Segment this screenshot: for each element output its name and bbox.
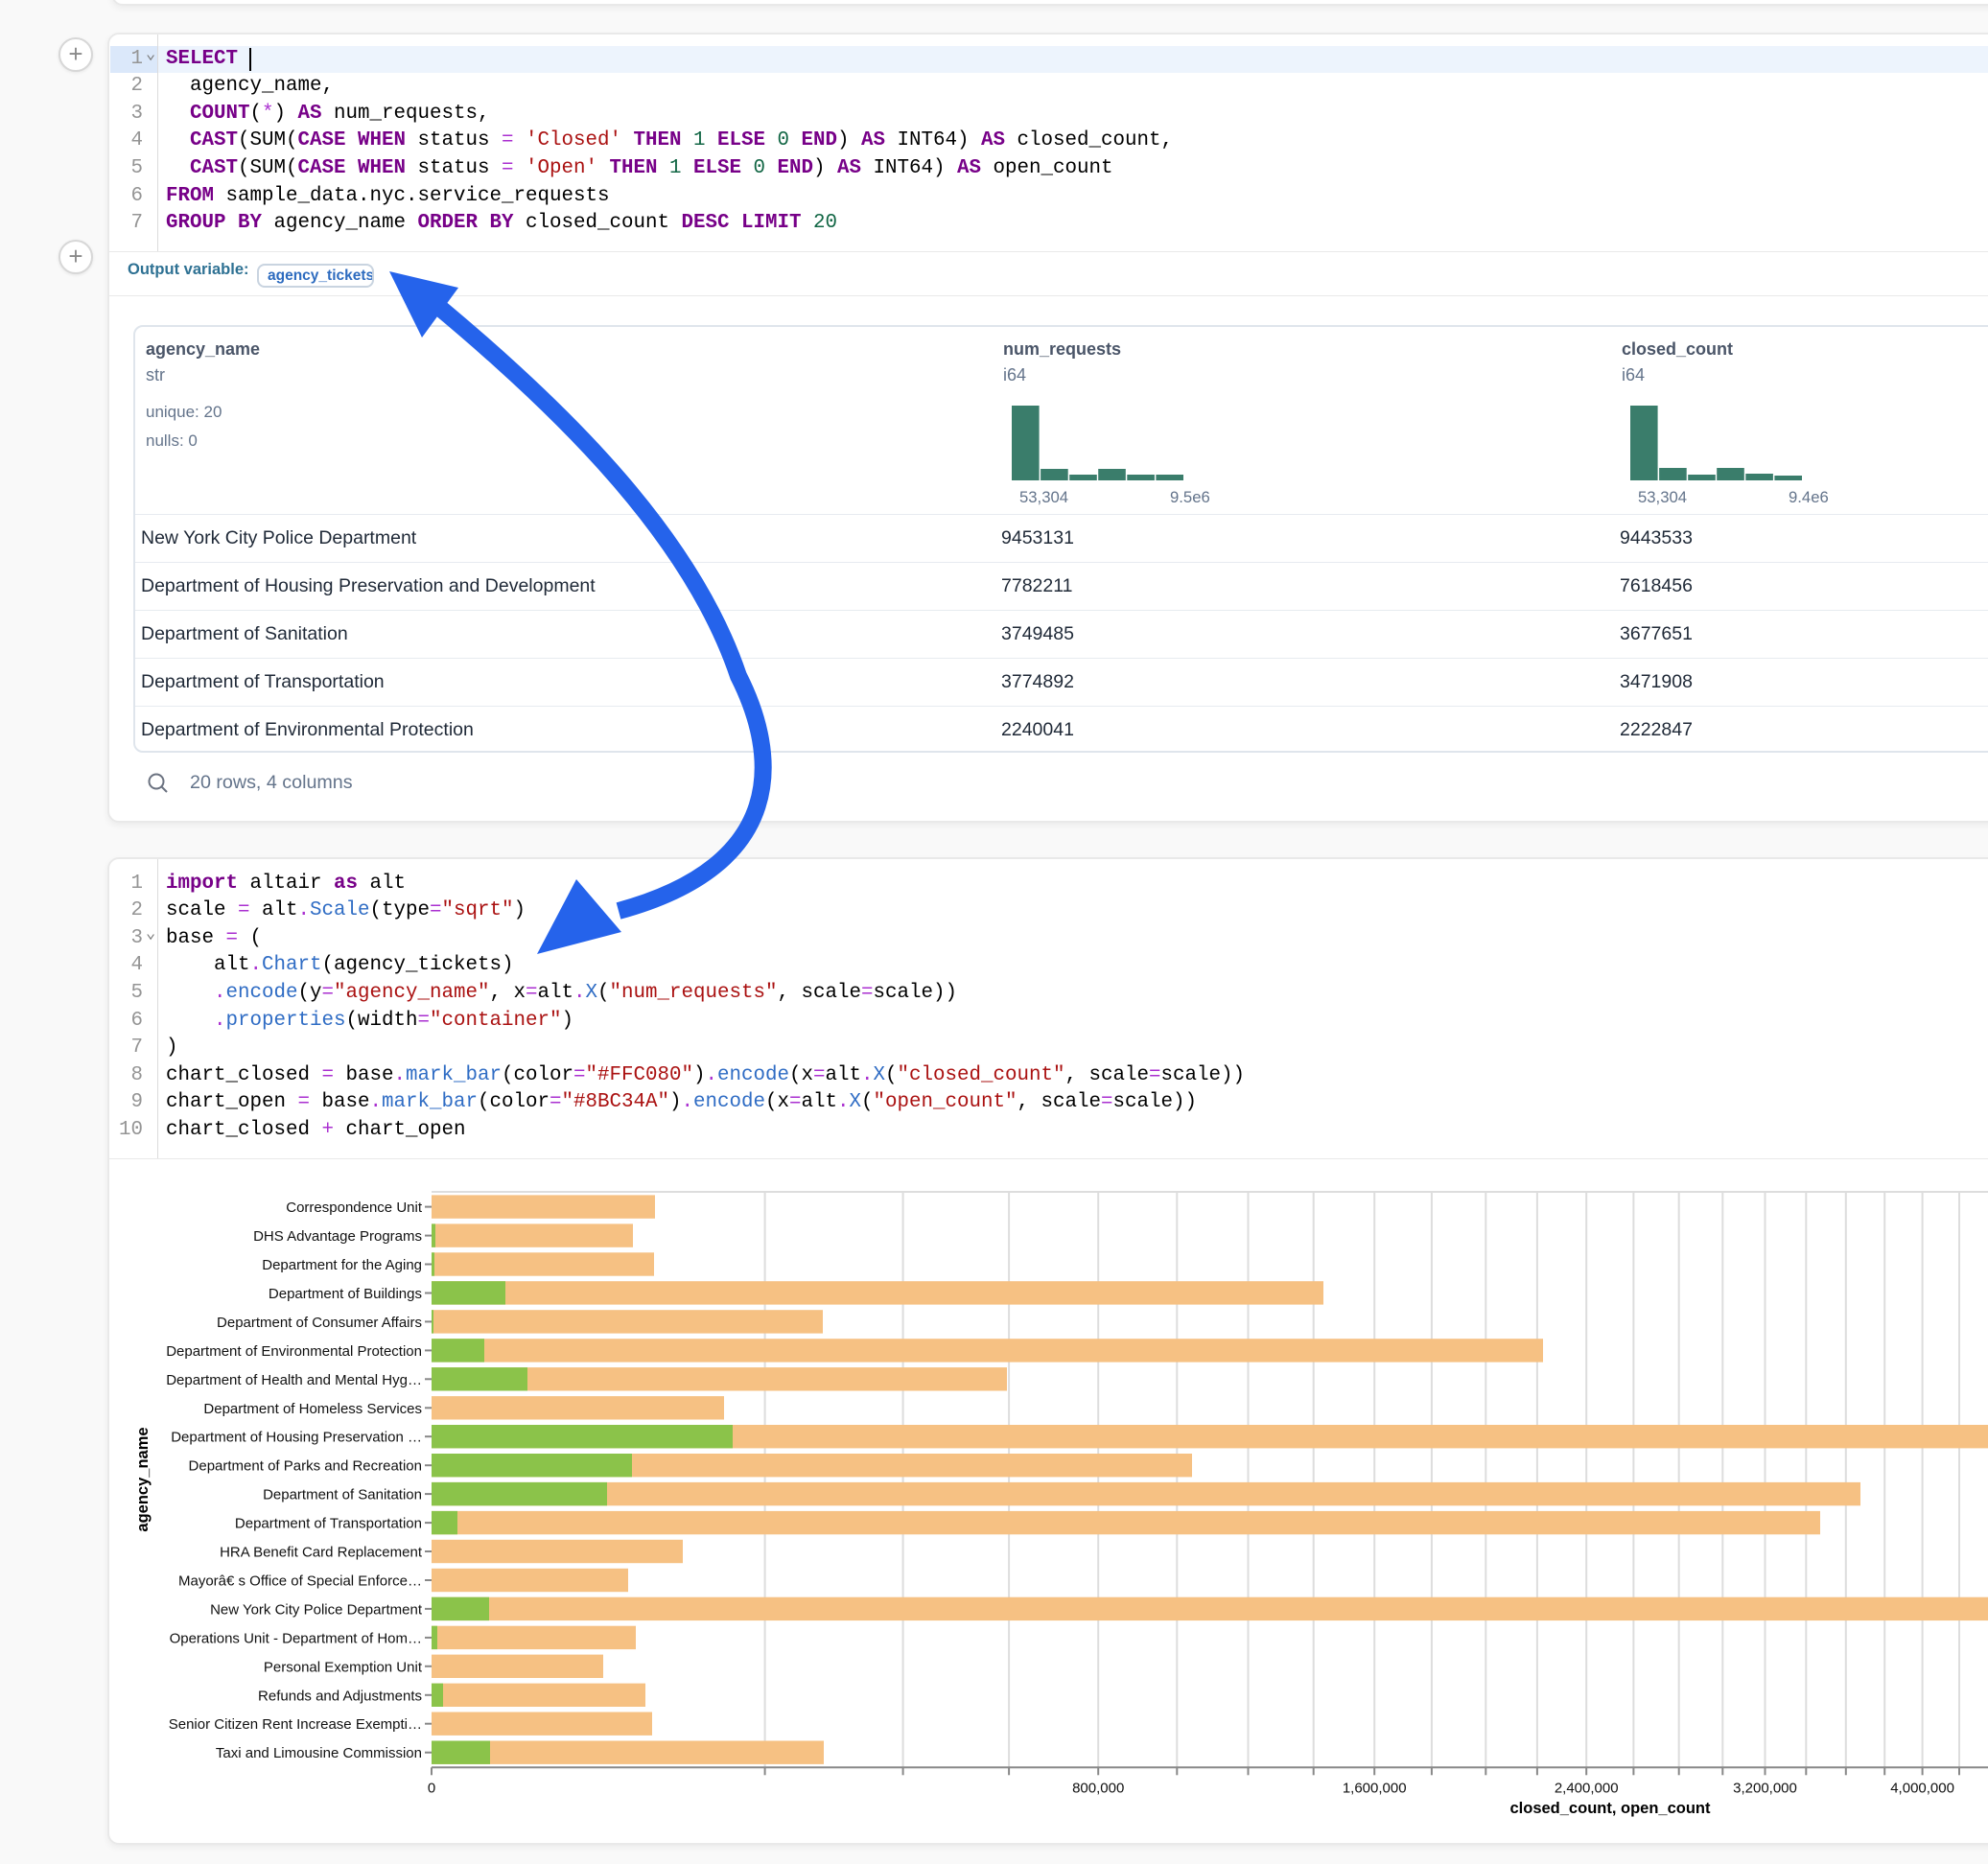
svg-text:Taxi and Limousine Commission: Taxi and Limousine Commission	[216, 1745, 422, 1761]
svg-text:Department of Environmental Pr: Department of Environmental Protection	[166, 1343, 422, 1360]
svg-text:HRA Benefit Card Replacement: HRA Benefit Card Replacement	[220, 1545, 423, 1561]
svg-text:Department of Transportation: Department of Transportation	[235, 1516, 422, 1532]
svg-text:800,000: 800,000	[1072, 1781, 1124, 1797]
svg-text:3,200,000: 3,200,000	[1733, 1781, 1797, 1797]
svg-text:Mayorâ€ s Office of Special En: Mayorâ€ s Office of Special Enforce…	[178, 1573, 422, 1590]
svg-text:1,600,000: 1,600,000	[1343, 1781, 1407, 1797]
svg-text:Personal Exemption Unit: Personal Exemption Unit	[264, 1659, 423, 1675]
svg-text:DHS Advantage Programs: DHS Advantage Programs	[253, 1228, 422, 1245]
svg-text:agency_name: agency_name	[134, 1427, 152, 1531]
svg-text:Department for the Aging: Department for the Aging	[262, 1257, 422, 1273]
svg-text:2,400,000: 2,400,000	[1555, 1781, 1619, 1797]
svg-text:Department of Housing Preserva: Department of Housing Preservation …	[171, 1430, 422, 1446]
svg-text:4,000,000: 4,000,000	[1890, 1781, 1954, 1797]
svg-text:Correspondence Unit: Correspondence Unit	[286, 1200, 423, 1216]
svg-text:Refunds and Adjustments: Refunds and Adjustments	[258, 1688, 422, 1704]
svg-text:Senior Citizen Rent Increase E: Senior Citizen Rent Increase Exempti…	[169, 1716, 422, 1733]
svg-text:Department of Buildings: Department of Buildings	[269, 1286, 422, 1302]
svg-text:0: 0	[428, 1781, 435, 1797]
svg-text:Department of Parks and Recrea: Department of Parks and Recreation	[189, 1458, 422, 1475]
svg-text:Department of Homeless Service: Department of Homeless Services	[203, 1401, 422, 1417]
svg-text:Department of Consumer Affairs: Department of Consumer Affairs	[217, 1315, 422, 1331]
svg-text:closed_count, open_count: closed_count, open_count	[1509, 1800, 1711, 1817]
svg-text:Department of Health and Menta: Department of Health and Mental Hyg…	[166, 1372, 422, 1388]
svg-text:Department of Sanitation: Department of Sanitation	[263, 1487, 422, 1503]
svg-text:New York City Police Departmen: New York City Police Department	[210, 1601, 423, 1618]
svg-text:Operations Unit - Department o: Operations Unit - Department of Hom…	[170, 1630, 422, 1646]
